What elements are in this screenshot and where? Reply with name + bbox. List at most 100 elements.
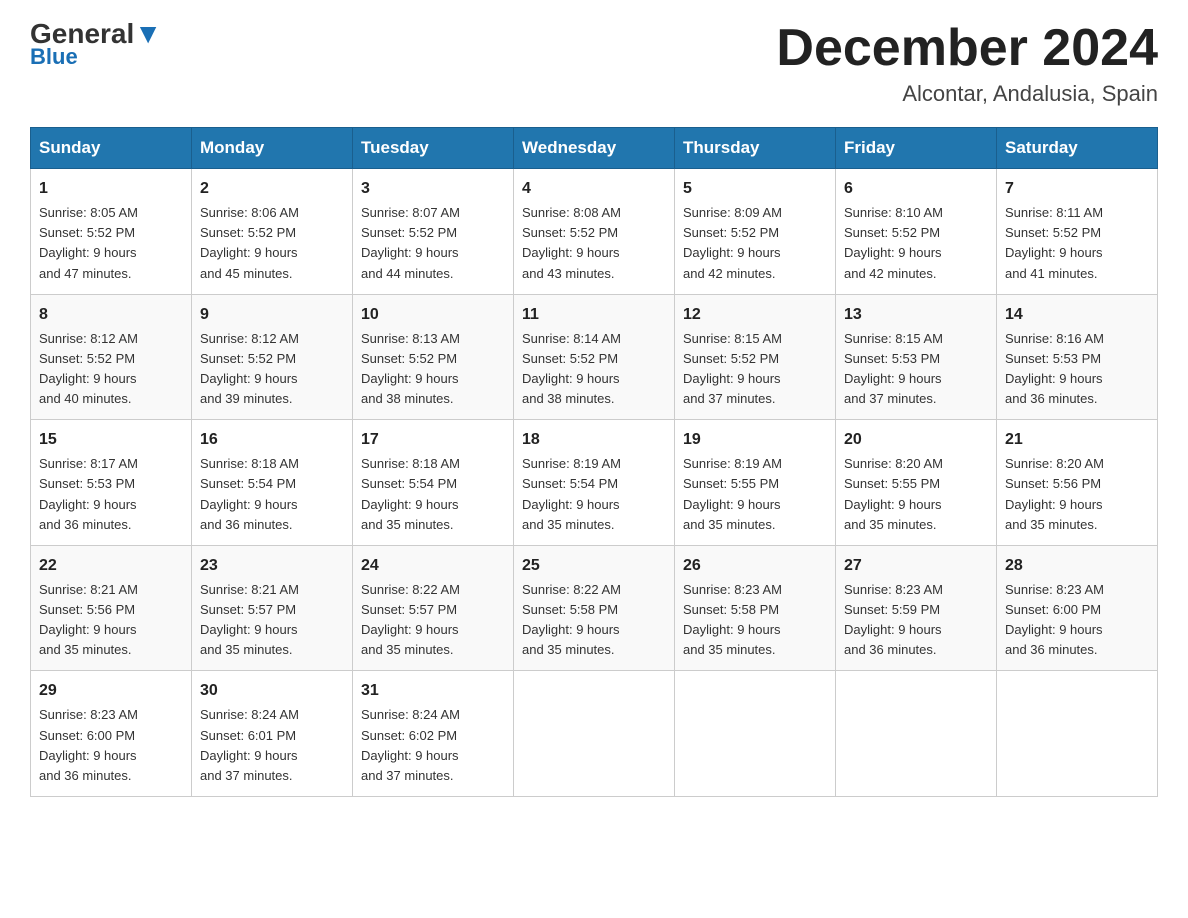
col-monday: Monday	[192, 128, 353, 169]
table-row: 29Sunrise: 8:23 AMSunset: 6:00 PMDayligh…	[31, 671, 192, 797]
calendar-header-row: Sunday Monday Tuesday Wednesday Thursday…	[31, 128, 1158, 169]
day-number: 12	[683, 303, 827, 327]
table-row	[836, 671, 997, 797]
day-info: Sunrise: 8:11 AMSunset: 5:52 PMDaylight:…	[1005, 203, 1149, 284]
calendar-week-row: 8Sunrise: 8:12 AMSunset: 5:52 PMDaylight…	[31, 294, 1158, 420]
day-info: Sunrise: 8:24 AMSunset: 6:01 PMDaylight:…	[200, 705, 344, 786]
day-info: Sunrise: 8:13 AMSunset: 5:52 PMDaylight:…	[361, 329, 505, 410]
day-number: 3	[361, 177, 505, 201]
day-number: 9	[200, 303, 344, 327]
day-number: 7	[1005, 177, 1149, 201]
day-number: 1	[39, 177, 183, 201]
day-number: 16	[200, 428, 344, 452]
col-tuesday: Tuesday	[353, 128, 514, 169]
day-info: Sunrise: 8:10 AMSunset: 5:52 PMDaylight:…	[844, 203, 988, 284]
day-number: 17	[361, 428, 505, 452]
table-row: 17Sunrise: 8:18 AMSunset: 5:54 PMDayligh…	[353, 420, 514, 546]
day-number: 6	[844, 177, 988, 201]
day-info: Sunrise: 8:19 AMSunset: 5:54 PMDaylight:…	[522, 454, 666, 535]
day-number: 13	[844, 303, 988, 327]
col-sunday: Sunday	[31, 128, 192, 169]
day-info: Sunrise: 8:20 AMSunset: 5:56 PMDaylight:…	[1005, 454, 1149, 535]
table-row: 7Sunrise: 8:11 AMSunset: 5:52 PMDaylight…	[997, 169, 1158, 295]
day-info: Sunrise: 8:06 AMSunset: 5:52 PMDaylight:…	[200, 203, 344, 284]
day-number: 10	[361, 303, 505, 327]
day-number: 30	[200, 679, 344, 703]
table-row: 28Sunrise: 8:23 AMSunset: 6:00 PMDayligh…	[997, 545, 1158, 671]
table-row: 14Sunrise: 8:16 AMSunset: 5:53 PMDayligh…	[997, 294, 1158, 420]
day-number: 27	[844, 554, 988, 578]
day-info: Sunrise: 8:09 AMSunset: 5:52 PMDaylight:…	[683, 203, 827, 284]
table-row: 13Sunrise: 8:15 AMSunset: 5:53 PMDayligh…	[836, 294, 997, 420]
logo: General▼ Blue	[30, 20, 162, 70]
table-row: 11Sunrise: 8:14 AMSunset: 5:52 PMDayligh…	[514, 294, 675, 420]
table-row: 12Sunrise: 8:15 AMSunset: 5:52 PMDayligh…	[675, 294, 836, 420]
calendar-table: Sunday Monday Tuesday Wednesday Thursday…	[30, 127, 1158, 797]
day-info: Sunrise: 8:07 AMSunset: 5:52 PMDaylight:…	[361, 203, 505, 284]
day-number: 15	[39, 428, 183, 452]
calendar-title: December 2024	[776, 20, 1158, 77]
table-row: 5Sunrise: 8:09 AMSunset: 5:52 PMDaylight…	[675, 169, 836, 295]
day-number: 29	[39, 679, 183, 703]
logo-triangle-icon: ▼	[134, 18, 162, 49]
day-info: Sunrise: 8:12 AMSunset: 5:52 PMDaylight:…	[39, 329, 183, 410]
table-row: 24Sunrise: 8:22 AMSunset: 5:57 PMDayligh…	[353, 545, 514, 671]
day-info: Sunrise: 8:24 AMSunset: 6:02 PMDaylight:…	[361, 705, 505, 786]
calendar-week-row: 1Sunrise: 8:05 AMSunset: 5:52 PMDaylight…	[31, 169, 1158, 295]
col-wednesday: Wednesday	[514, 128, 675, 169]
table-row	[514, 671, 675, 797]
calendar-subtitle: Alcontar, Andalusia, Spain	[776, 81, 1158, 107]
day-info: Sunrise: 8:19 AMSunset: 5:55 PMDaylight:…	[683, 454, 827, 535]
day-info: Sunrise: 8:23 AMSunset: 6:00 PMDaylight:…	[39, 705, 183, 786]
table-row: 25Sunrise: 8:22 AMSunset: 5:58 PMDayligh…	[514, 545, 675, 671]
day-info: Sunrise: 8:21 AMSunset: 5:57 PMDaylight:…	[200, 580, 344, 661]
table-row: 18Sunrise: 8:19 AMSunset: 5:54 PMDayligh…	[514, 420, 675, 546]
day-number: 28	[1005, 554, 1149, 578]
day-info: Sunrise: 8:18 AMSunset: 5:54 PMDaylight:…	[200, 454, 344, 535]
day-number: 14	[1005, 303, 1149, 327]
day-number: 24	[361, 554, 505, 578]
table-row: 6Sunrise: 8:10 AMSunset: 5:52 PMDaylight…	[836, 169, 997, 295]
table-row: 31Sunrise: 8:24 AMSunset: 6:02 PMDayligh…	[353, 671, 514, 797]
table-row: 30Sunrise: 8:24 AMSunset: 6:01 PMDayligh…	[192, 671, 353, 797]
table-row: 3Sunrise: 8:07 AMSunset: 5:52 PMDaylight…	[353, 169, 514, 295]
calendar-week-row: 22Sunrise: 8:21 AMSunset: 5:56 PMDayligh…	[31, 545, 1158, 671]
day-info: Sunrise: 8:14 AMSunset: 5:52 PMDaylight:…	[522, 329, 666, 410]
table-row: 8Sunrise: 8:12 AMSunset: 5:52 PMDaylight…	[31, 294, 192, 420]
table-row: 22Sunrise: 8:21 AMSunset: 5:56 PMDayligh…	[31, 545, 192, 671]
table-row: 19Sunrise: 8:19 AMSunset: 5:55 PMDayligh…	[675, 420, 836, 546]
day-info: Sunrise: 8:15 AMSunset: 5:53 PMDaylight:…	[844, 329, 988, 410]
day-info: Sunrise: 8:20 AMSunset: 5:55 PMDaylight:…	[844, 454, 988, 535]
page-header: General▼ Blue December 2024 Alcontar, An…	[30, 20, 1158, 107]
day-info: Sunrise: 8:18 AMSunset: 5:54 PMDaylight:…	[361, 454, 505, 535]
day-number: 20	[844, 428, 988, 452]
day-number: 23	[200, 554, 344, 578]
day-info: Sunrise: 8:23 AMSunset: 6:00 PMDaylight:…	[1005, 580, 1149, 661]
day-info: Sunrise: 8:08 AMSunset: 5:52 PMDaylight:…	[522, 203, 666, 284]
logo-blue: Blue	[30, 44, 78, 70]
table-row: 27Sunrise: 8:23 AMSunset: 5:59 PMDayligh…	[836, 545, 997, 671]
table-row: 1Sunrise: 8:05 AMSunset: 5:52 PMDaylight…	[31, 169, 192, 295]
day-number: 22	[39, 554, 183, 578]
day-info: Sunrise: 8:15 AMSunset: 5:52 PMDaylight:…	[683, 329, 827, 410]
table-row: 15Sunrise: 8:17 AMSunset: 5:53 PMDayligh…	[31, 420, 192, 546]
day-info: Sunrise: 8:17 AMSunset: 5:53 PMDaylight:…	[39, 454, 183, 535]
table-row: 26Sunrise: 8:23 AMSunset: 5:58 PMDayligh…	[675, 545, 836, 671]
calendar-week-row: 29Sunrise: 8:23 AMSunset: 6:00 PMDayligh…	[31, 671, 1158, 797]
day-number: 11	[522, 303, 666, 327]
day-info: Sunrise: 8:12 AMSunset: 5:52 PMDaylight:…	[200, 329, 344, 410]
table-row: 4Sunrise: 8:08 AMSunset: 5:52 PMDaylight…	[514, 169, 675, 295]
table-row: 9Sunrise: 8:12 AMSunset: 5:52 PMDaylight…	[192, 294, 353, 420]
title-area: December 2024 Alcontar, Andalusia, Spain	[776, 20, 1158, 107]
day-number: 19	[683, 428, 827, 452]
day-number: 31	[361, 679, 505, 703]
day-number: 5	[683, 177, 827, 201]
table-row: 20Sunrise: 8:20 AMSunset: 5:55 PMDayligh…	[836, 420, 997, 546]
day-number: 26	[683, 554, 827, 578]
table-row: 10Sunrise: 8:13 AMSunset: 5:52 PMDayligh…	[353, 294, 514, 420]
table-row: 16Sunrise: 8:18 AMSunset: 5:54 PMDayligh…	[192, 420, 353, 546]
day-info: Sunrise: 8:22 AMSunset: 5:57 PMDaylight:…	[361, 580, 505, 661]
col-saturday: Saturday	[997, 128, 1158, 169]
table-row: 2Sunrise: 8:06 AMSunset: 5:52 PMDaylight…	[192, 169, 353, 295]
day-info: Sunrise: 8:16 AMSunset: 5:53 PMDaylight:…	[1005, 329, 1149, 410]
